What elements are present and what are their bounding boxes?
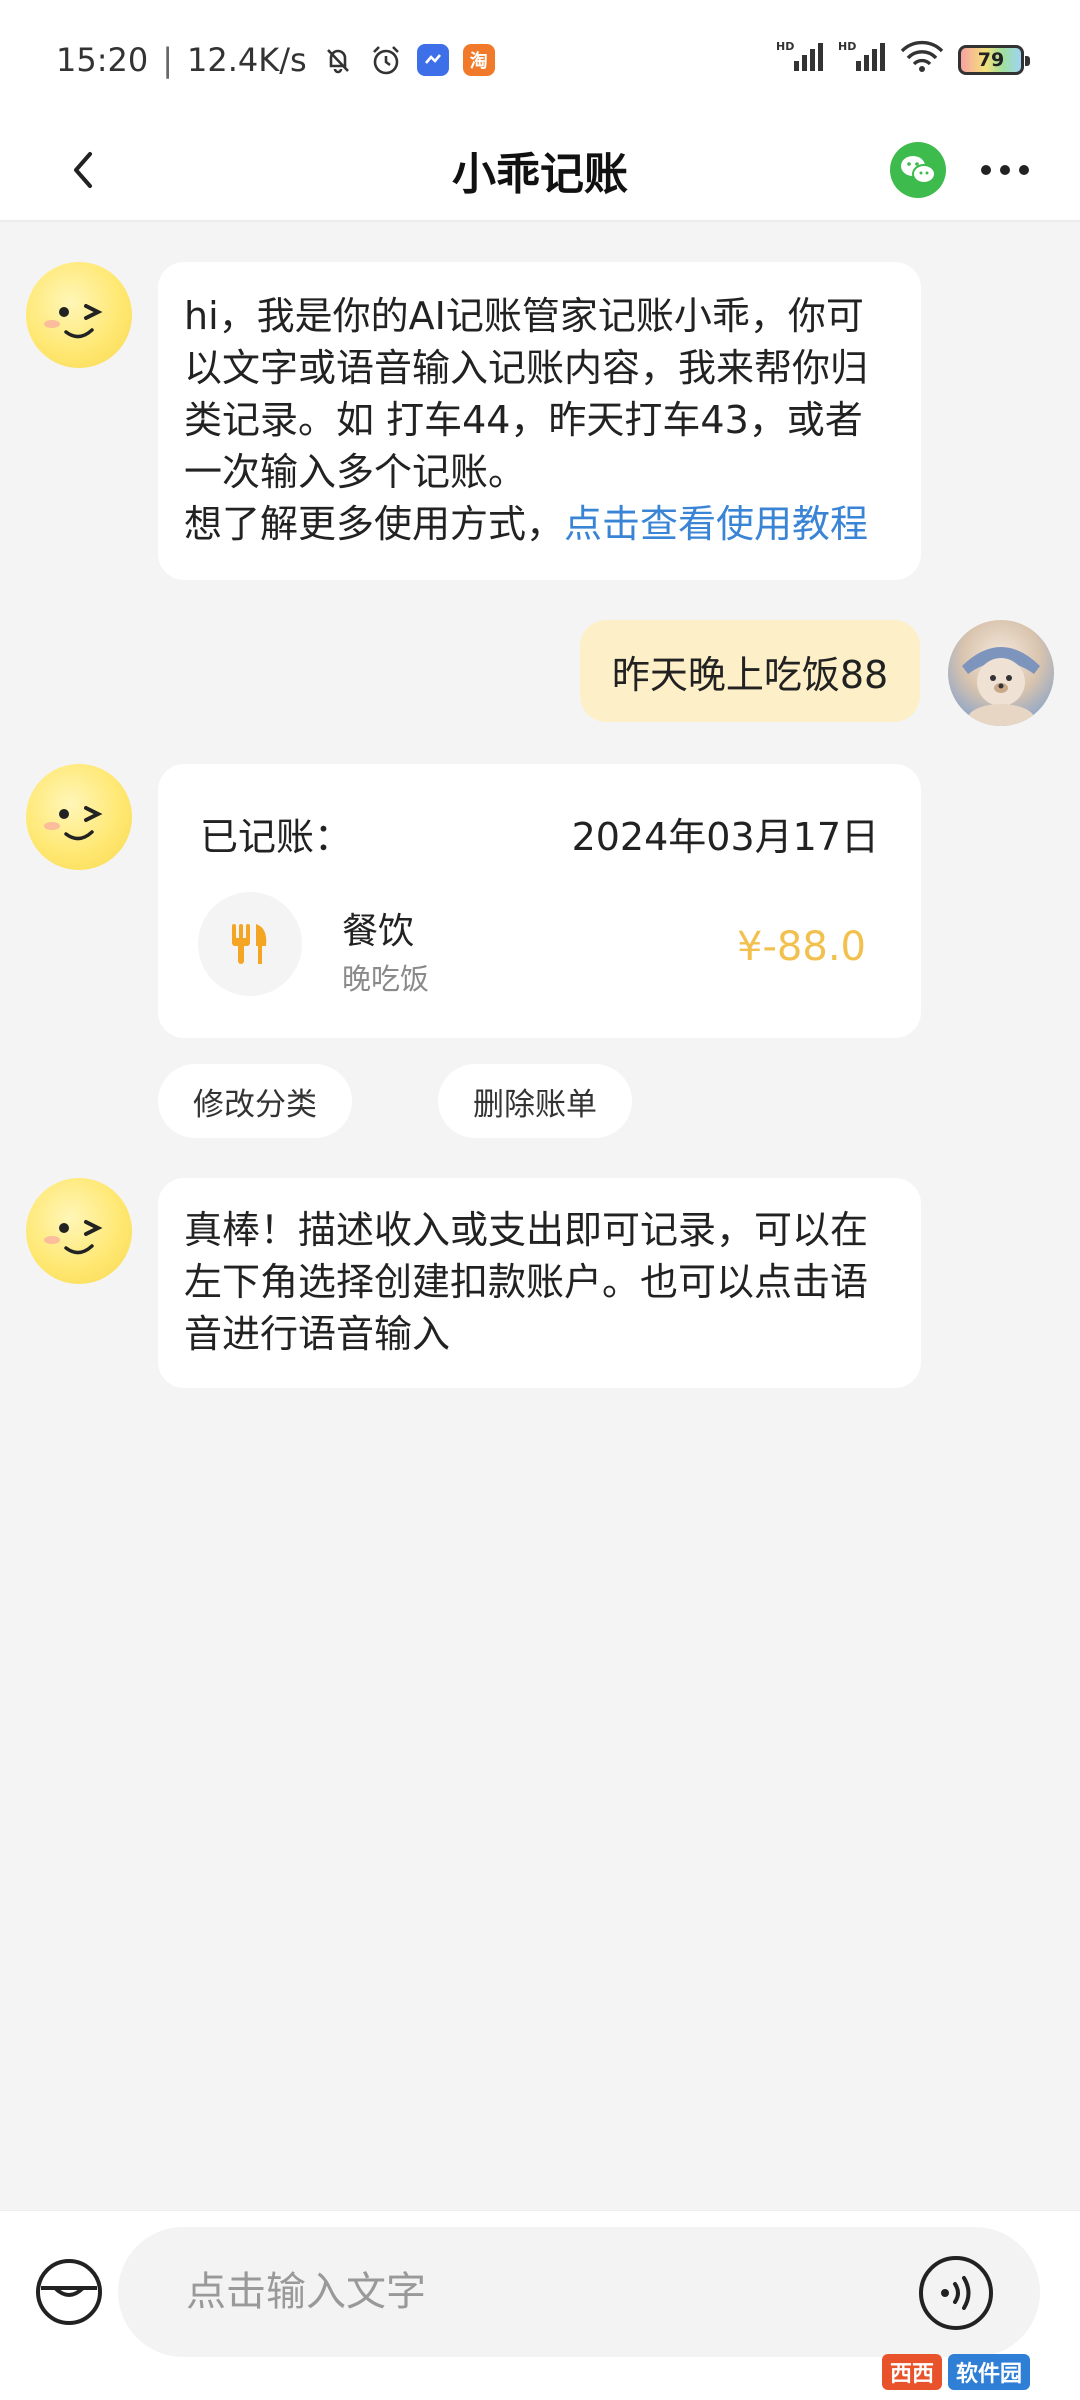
account-wallet-icon	[36, 2259, 102, 2325]
tutorial-link[interactable]: 点击查看使用教程	[564, 502, 868, 546]
status-left: 15:20 | 12.4K/s 淘	[56, 41, 495, 79]
modify-category-label: 修改分类	[193, 1086, 317, 1123]
teddy-bear-avatar-icon	[962, 647, 1040, 726]
status-network-speed: 12.4K/s	[187, 41, 307, 79]
wink-face-icon	[44, 304, 103, 339]
category-icon-wrap	[198, 892, 302, 996]
bot-followup-line: 真棒！描述收入或支出即可记录，可以在	[184, 1208, 869, 1252]
record-card[interactable]: 已记账： 2024年03月17日 餐饮 晚吃饭 ¥-88.0	[158, 764, 921, 1038]
bot-welcome-line: 一次输入多个记账。	[184, 450, 527, 494]
battery-level: 79	[977, 49, 1005, 71]
watermark-text: 软件园	[948, 2354, 1031, 2390]
wechat-button[interactable]	[890, 142, 946, 198]
status-time: 15:20	[56, 41, 149, 79]
app-badge-icon	[416, 44, 449, 76]
wink-face-icon	[44, 1220, 103, 1255]
record-note: 晚吃饭	[342, 962, 430, 996]
taobao-badge-icon: 淘	[462, 44, 495, 76]
bot-welcome-line: 以文字或语音输入记账内容，我来帮你归	[184, 346, 869, 390]
status-bar: 15:20 | 12.4K/s 淘 HD HD 79	[0, 0, 1080, 120]
status-divider: |	[162, 41, 173, 79]
record-date: 2024年03月17日	[571, 815, 879, 859]
alarm-icon	[369, 43, 403, 77]
record-category: 餐饮	[342, 911, 415, 952]
text-input[interactable]	[118, 2227, 1040, 2357]
modify-category-button[interactable]: 修改分类	[158, 1064, 352, 1138]
delete-bill-label: 删除账单	[473, 1086, 597, 1123]
more-button[interactable]	[975, 142, 1035, 198]
user-message-text: 昨天晚上吃饭88	[611, 652, 889, 697]
app-header: 小乖记账	[0, 120, 1080, 222]
voice-input-icon	[919, 2256, 993, 2330]
signal-hd-icon-2: HD	[838, 39, 886, 81]
tutorial-prefix: 想了解更多使用方式，	[184, 502, 565, 546]
user-avatar[interactable]	[948, 620, 1054, 726]
wifi-icon	[900, 39, 944, 81]
bot-avatar[interactable]	[26, 262, 132, 368]
signal-hd-icon: HD	[776, 39, 824, 81]
account-select-button[interactable]	[34, 2257, 104, 2327]
delete-bill-button[interactable]: 删除账单	[438, 1064, 632, 1138]
bot-welcome-line: 想了解更多使用方式，点击查看使用教程	[184, 498, 895, 550]
record-amount: ¥-88.0	[737, 924, 866, 970]
voice-input-button[interactable]	[916, 2253, 996, 2333]
bot-welcome-bubble: hi，我是你的AI记账管家记账小乖，你可 以文字或语音输入记账内容，我来帮你归 …	[158, 262, 921, 580]
bot-followup-line: 左下角选择创建扣款账户。也可以点击语	[184, 1260, 869, 1304]
bot-followup-line: 音进行语音输入	[184, 1312, 451, 1356]
svg-text:HD: HD	[838, 40, 856, 53]
bot-followup-bubble: 真棒！描述收入或支出即可记录，可以在 左下角选择创建扣款账户。也可以点击语 音进…	[158, 1178, 921, 1388]
bot-welcome-line: hi，我是你的AI记账管家记账小乖，你可	[184, 294, 864, 338]
bot-avatar[interactable]	[26, 1178, 132, 1284]
fork-knife-icon	[232, 924, 267, 964]
wechat-icon	[901, 156, 936, 184]
watermark: 西西 软件园	[882, 2350, 1062, 2394]
watermark-logo: 西西	[882, 2354, 943, 2390]
more-icon	[981, 165, 1029, 175]
status-right: HD HD 79	[776, 39, 1030, 81]
bot-welcome-line: 类记录。如 打车44，昨天打车43，或者	[184, 398, 863, 442]
svg-text:HD: HD	[776, 40, 794, 53]
battery-icon: 79	[958, 45, 1030, 75]
wink-face-icon	[44, 806, 103, 841]
bot-avatar[interactable]	[26, 764, 132, 870]
mute-bell-icon	[321, 43, 355, 77]
record-label: 已记账：	[200, 815, 353, 859]
user-message-bubble: 昨天晚上吃饭88	[580, 620, 920, 722]
